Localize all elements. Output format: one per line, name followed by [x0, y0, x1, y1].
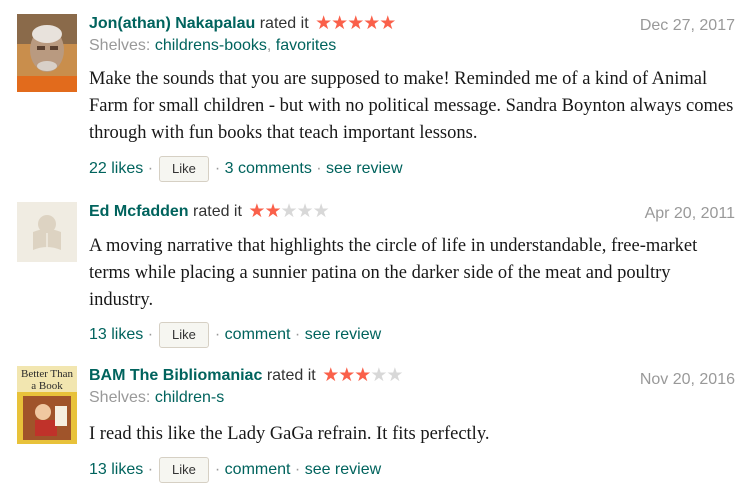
review-text: A moving narrative that highlights the c… — [89, 236, 698, 310]
review-text: Make the sounds that you are supposed to… — [89, 69, 734, 143]
star-rating: ★★★★★ — [248, 201, 330, 222]
review-text: I read this like the Lady GaGa refrain. … — [89, 424, 490, 444]
default-user-icon — [17, 202, 77, 262]
review-actions: 22 likes · Like · 3 comments · see review — [89, 156, 403, 182]
like-button[interactable]: Like — [159, 156, 209, 182]
likes-count-link[interactable]: 22 likes — [89, 160, 143, 177]
review-date[interactable]: Nov 20, 2016 — [640, 370, 735, 390]
see-review-link[interactable]: see review — [326, 160, 402, 177]
shelves-label: Shelves: — [89, 37, 151, 54]
shelf-link[interactable]: children-s — [155, 389, 224, 406]
avatar[interactable] — [17, 202, 77, 262]
star-icon: ★ — [370, 365, 387, 386]
avatar[interactable]: Better Than a Book — [17, 366, 77, 444]
star-icon: ★ — [264, 201, 281, 222]
see-review-link[interactable]: see review — [305, 461, 381, 478]
star-icon: ★ — [354, 365, 371, 386]
shelf-link[interactable]: childrens-books — [155, 37, 267, 54]
like-button[interactable]: Like — [159, 322, 209, 348]
user-name-link[interactable]: BAM The Bibliomaniac — [89, 367, 262, 384]
star-icon: ★ — [248, 201, 265, 222]
likes-count-link[interactable]: 13 likes — [89, 326, 143, 343]
likes-count-link[interactable]: 13 likes — [89, 461, 143, 478]
star-icon: ★ — [338, 365, 355, 386]
comments-link[interactable]: 3 comments — [225, 160, 312, 177]
avatar-caption: Better Than a Book — [20, 368, 74, 392]
user-photo-icon — [17, 14, 77, 92]
review-actions: 13 likes · Like · comment · see review — [89, 322, 381, 348]
shelf-link[interactable]: favorites — [276, 37, 336, 54]
rated-label: rated it — [259, 15, 309, 32]
like-button[interactable]: Like — [159, 457, 209, 483]
star-icon: ★ — [347, 13, 364, 34]
star-icon: ★ — [363, 13, 380, 34]
review-actions: 13 likes · Like · comment · see review — [89, 457, 381, 483]
star-icon: ★ — [331, 13, 348, 34]
star-icon: ★ — [312, 201, 330, 222]
star-rating: ★★★★★ — [322, 365, 403, 386]
comments-link[interactable]: comment — [225, 461, 291, 478]
review-date[interactable]: Apr 20, 2011 — [645, 204, 735, 224]
star-icon: ★ — [280, 201, 297, 222]
review-date[interactable]: Dec 27, 2017 — [640, 16, 735, 36]
shelves: Shelves: children-s — [89, 388, 224, 408]
star-rating: ★★★★★ — [315, 13, 396, 34]
review-header: Ed Mcfadden rated it ★★★★★ — [89, 201, 330, 222]
star-icon: ★ — [379, 13, 396, 34]
shelves-label: Shelves: — [89, 389, 151, 406]
see-review-link[interactable]: see review — [305, 326, 381, 343]
user-name-link[interactable]: Ed Mcfadden — [89, 203, 189, 220]
rated-label: rated it — [193, 203, 242, 220]
comments-link[interactable]: comment — [225, 326, 291, 343]
star-icon: ★ — [322, 365, 339, 386]
review-header: Jon(athan) Nakapalau rated it ★★★★★ — [89, 13, 396, 34]
user-name-link[interactable]: Jon(athan) Nakapalau — [89, 15, 255, 32]
rated-label: rated it — [266, 367, 316, 384]
star-icon: ★ — [315, 13, 332, 34]
avatar[interactable] — [17, 14, 77, 92]
review-header: BAM The Bibliomaniac rated it ★★★★★ — [89, 365, 403, 386]
shelves: Shelves: childrens-books, favorites — [89, 37, 337, 54]
star-icon: ★ — [386, 365, 403, 386]
star-icon: ★ — [296, 201, 314, 222]
